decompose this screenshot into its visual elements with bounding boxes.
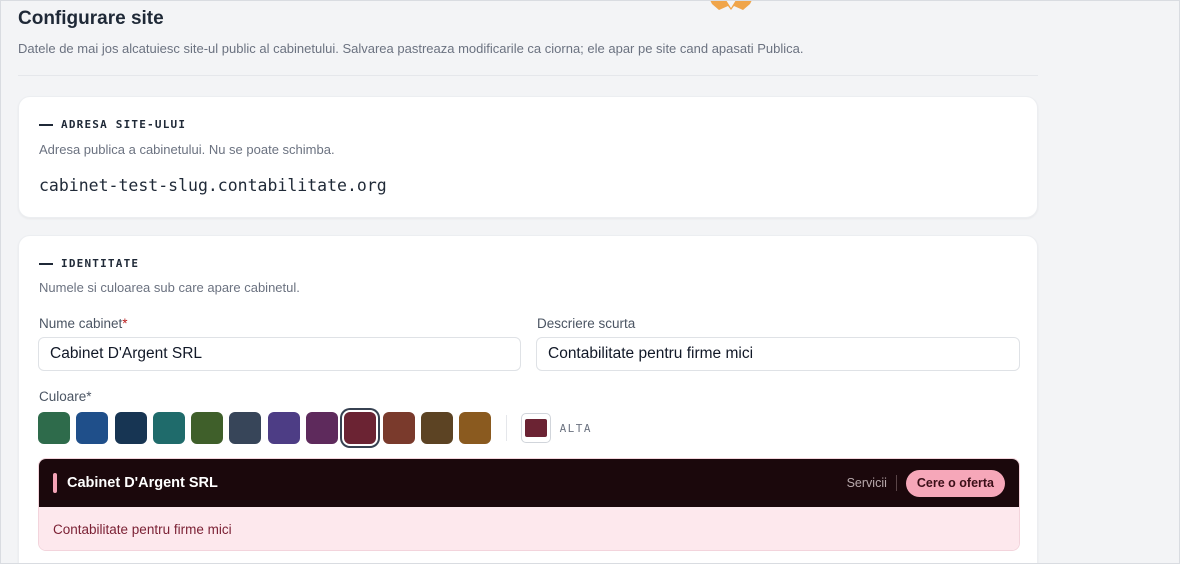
identity-card: IDENTITATE Numele si culoarea sub care a… [18, 235, 1038, 564]
color-swatch[interactable] [152, 412, 185, 444]
site-address-card: ADRESA SITE-ULUI Adresa publica a cabine… [18, 96, 1038, 218]
color-swatch[interactable] [191, 412, 224, 444]
heading-dash [39, 262, 53, 265]
color-swatch-row: ALTA [38, 412, 592, 444]
name-input[interactable]: Cabinet D'Argent SRL [38, 337, 521, 371]
preview-tagline-band: Contabilitate pentru firme mici [39, 507, 1019, 550]
color-swatch[interactable] [420, 412, 453, 444]
custom-color-label: ALTA [559, 421, 593, 435]
color-swatch[interactable] [267, 412, 300, 444]
site-address-value: cabinet-test-slug.contabilitate.org [39, 176, 387, 195]
preview-nav-services[interactable]: Servicii [847, 476, 887, 490]
short-description-input[interactable]: Contabilitate pentru firme mici [536, 337, 1020, 371]
swatch-separator [505, 415, 507, 441]
name-field-label-text: Nume cabinet [39, 316, 123, 331]
color-swatch[interactable] [38, 412, 70, 444]
heading-dash [39, 123, 53, 126]
header-divider [18, 75, 1038, 76]
custom-color-picker[interactable] [520, 413, 551, 443]
preview-nav-separator [895, 475, 897, 491]
preview-header-bar: Cabinet D'Argent SRL Servicii Cere o ofe… [39, 459, 1019, 507]
preview-cabinet-name: Cabinet D'Argent SRL [67, 475, 218, 491]
header-preview: Cabinet D'Argent SRL Servicii Cere o ofe… [38, 458, 1020, 551]
preview-cta-button[interactable]: Cere o oferta [905, 469, 1005, 497]
site-address-heading: ADRESA SITE-ULUI [39, 118, 186, 131]
color-swatch[interactable] [114, 412, 147, 444]
color-swatch[interactable] [344, 412, 377, 444]
identity-description: Numele si culoarea sub care apare cabine… [39, 280, 300, 295]
page-title: Configurare site [18, 8, 164, 29]
site-address-heading-text: ADRESA SITE-ULUI [61, 118, 187, 131]
color-swatch[interactable] [229, 412, 262, 444]
description-field-label: Descriere scurta [537, 316, 636, 331]
color-swatch[interactable] [76, 412, 109, 444]
color-swatch[interactable] [382, 412, 415, 444]
name-field-label: Nume cabinet* [39, 316, 128, 331]
preview-tagline: Contabilitate pentru firme mici [53, 522, 232, 537]
color-swatch[interactable] [306, 412, 339, 444]
color-swatch[interactable] [459, 412, 492, 444]
star-badge-icon [710, 0, 752, 10]
color-field-label: Culoare* [39, 389, 92, 404]
page-subtitle: Datele de mai jos alcatuiesc site-ul pub… [18, 41, 804, 56]
site-address-description: Adresa publica a cabinetului. Nu se poat… [39, 142, 335, 157]
identity-heading-text: IDENTITATE [61, 257, 140, 270]
preview-accent-bar [53, 473, 57, 493]
identity-heading: IDENTITATE [39, 257, 139, 270]
custom-color-chip [524, 419, 547, 437]
required-mark: * [122, 316, 128, 331]
